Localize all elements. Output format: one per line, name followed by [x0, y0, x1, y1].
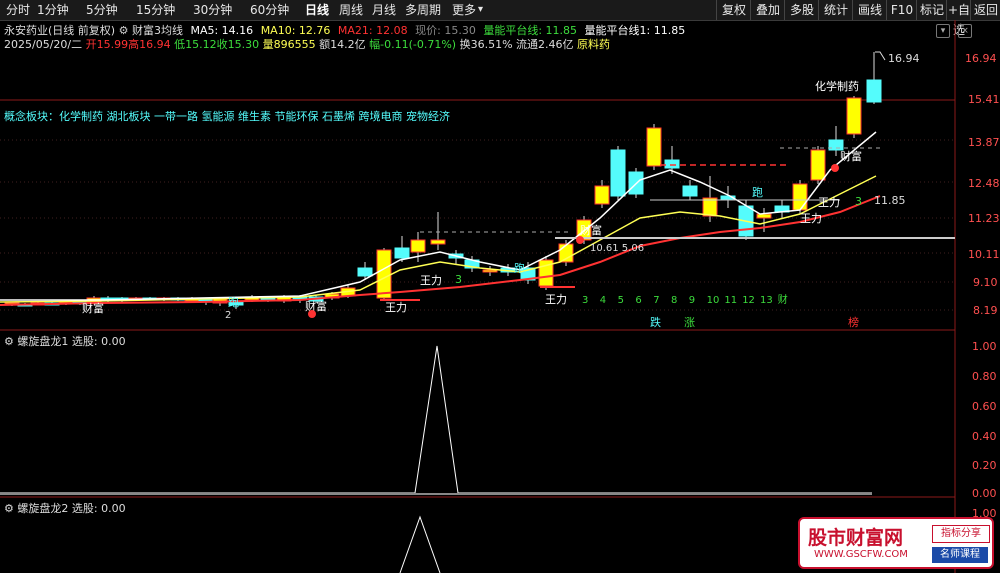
candle-body — [756, 213, 772, 219]
annotation-caifu: 财富 — [580, 223, 602, 237]
candle-body — [610, 149, 626, 197]
panel1-axis: 0.00 — [972, 487, 997, 500]
price-axis-label: 8.19 — [973, 304, 998, 317]
annotation-day-count: 13 — [760, 295, 773, 306]
kline-chart[interactable]: 化学制药16.9411.85财富财富财富财富10.61 5.062王力王力王力王… — [0, 0, 1000, 573]
candle-body — [682, 185, 698, 197]
caifu-marker — [576, 236, 584, 244]
annotation-day-count: 4 — [600, 295, 606, 306]
annotation-day-count: 6 — [635, 295, 641, 306]
candle-body — [866, 79, 882, 103]
candle-body — [664, 159, 680, 169]
candle-body — [394, 247, 410, 259]
annotation-day-count: 3 — [582, 295, 588, 306]
annotation-day-count: 5 — [618, 295, 624, 306]
panel2-settings-icon[interactable]: ⚙ — [4, 502, 14, 515]
price-axis-label: 13.87 — [968, 136, 1000, 149]
caifu-marker — [831, 164, 839, 172]
candle-body — [357, 267, 373, 277]
panel1-signal-line — [0, 345, 872, 494]
annotation-wangli: 王力 — [800, 212, 822, 225]
annotation-caifu: 财富 — [82, 301, 104, 315]
panel1-axis: 0.40 — [972, 430, 997, 443]
annotation-wangli: 王力 — [818, 196, 840, 209]
panel1-select: 选股: 0.00 — [71, 335, 126, 348]
annotation-cai: 跌 — [650, 315, 661, 329]
annotation-day-count: 财 — [778, 293, 788, 306]
panel1-title[interactable]: 螺旋盘龙1 — [17, 335, 68, 348]
annotation-num: 3 — [855, 195, 862, 208]
candle-body — [702, 197, 718, 217]
price-axis-label: 11.23 — [968, 212, 1000, 225]
annotation-caifu: 财富 — [305, 299, 327, 313]
candle-body — [846, 97, 862, 135]
panel1-axis: 0.60 — [972, 400, 997, 413]
annotation-die: 涨 — [684, 316, 695, 329]
annotation-wangli: 王力 — [420, 274, 442, 287]
annotation-pao: 跑 — [752, 185, 763, 199]
panel1-header: ⚙ 螺旋盘龙1 选股: 0.00 — [4, 333, 126, 349]
annotation-day-count: 8 — [671, 295, 677, 306]
price-axis-label: 15.41 — [968, 93, 1000, 106]
high-pointer — [875, 51, 886, 61]
annotation-wangli: 王力 — [545, 293, 567, 306]
panel1-axis: 1.00 — [972, 340, 997, 353]
candle-body — [430, 239, 446, 245]
watermark-logo: 股市财富网 WWW.GSCFW.COM 指标分享 名师课程 — [798, 517, 994, 569]
annotation-platform: 11.85 — [874, 194, 906, 207]
candle-body — [376, 249, 392, 299]
panel2-header: ⚙ 螺旋盘龙2 选股: 0.00 — [4, 500, 126, 516]
annotation-high: 16.94 — [888, 52, 920, 65]
watermark-title: 股市财富网 — [808, 527, 904, 549]
watermark-url: WWW.GSCFW.COM — [814, 549, 908, 560]
annotation-day-count: 9 — [689, 295, 695, 306]
panel2-signal-line — [399, 515, 441, 573]
candle-body — [594, 185, 610, 205]
candle-body — [792, 183, 808, 211]
annotation-pao: 跑 — [514, 261, 525, 275]
annotation-num: 3 — [455, 273, 462, 286]
candle-body — [482, 269, 498, 273]
panel1-axis: 0.20 — [972, 459, 997, 472]
annotation-zhang: 榜 — [848, 315, 859, 329]
watermark-tag-1: 指标分享 — [932, 525, 990, 543]
panel2-title[interactable]: 螺旋盘龙2 — [17, 502, 68, 515]
price-axis-label: 9.10 — [973, 276, 998, 289]
annotation-range: 10.61 5.06 — [590, 243, 644, 254]
annotation-pao: 跑 — [228, 295, 239, 309]
price-axis-label: 10.11 — [968, 248, 1000, 261]
annotation-day-count: 12 — [742, 295, 755, 306]
annotation-chemical: 化学制药 — [815, 79, 859, 93]
watermark-tag-2: 名师课程 — [932, 547, 988, 563]
panel2-select: 选股: 0.00 — [71, 502, 126, 515]
annotation-wangli: 王力 — [385, 301, 407, 314]
annotation-day-count: 7 — [653, 295, 659, 306]
panel1-axis: 0.80 — [972, 370, 997, 383]
annotation-caifu: 财富 — [840, 149, 862, 163]
annotation-day-count: 10 — [707, 295, 720, 306]
price-axis-label: 12.48 — [968, 177, 1000, 190]
candle-body — [646, 127, 662, 167]
annotation-day-count: 11 — [724, 295, 737, 306]
candle-body — [810, 149, 826, 181]
panel1-settings-icon[interactable]: ⚙ — [4, 335, 14, 348]
price-axis-label: 16.94 — [965, 52, 997, 65]
annotation-506: 2 — [225, 310, 231, 321]
candle-body — [410, 239, 426, 253]
caifu-marker — [308, 310, 316, 318]
